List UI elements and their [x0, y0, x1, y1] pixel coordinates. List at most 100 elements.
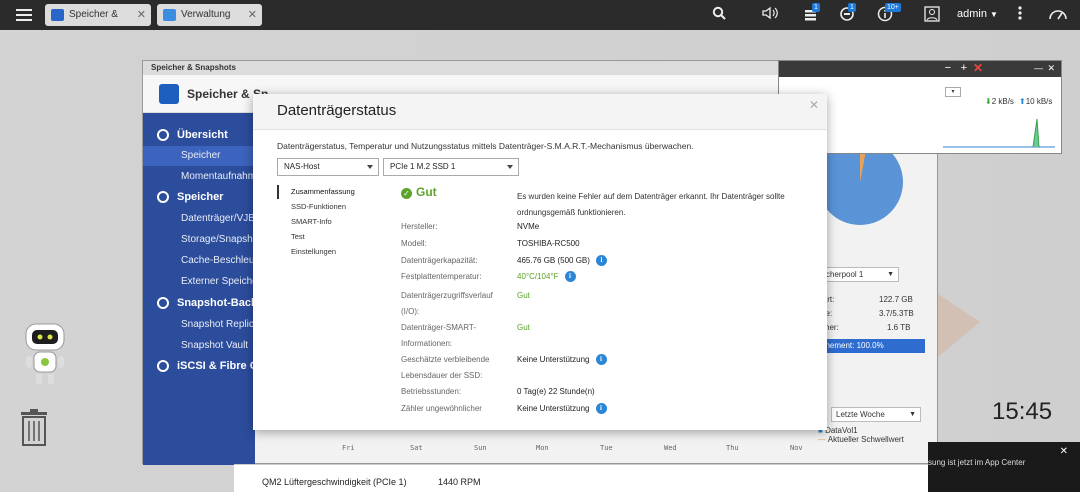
section-icon: [157, 191, 169, 203]
property-value: Gut: [517, 288, 530, 304]
close-icon[interactable]: ✕: [1060, 446, 1068, 457]
nav-item[interactable]: SSD-Funktionen: [277, 200, 397, 214]
popup-header: − + ✕ — ✕: [779, 61, 1061, 77]
sidebar-item[interactable]: Momentaufnahme: [143, 167, 255, 187]
property-value: 40°C/104°F i: [517, 269, 576, 285]
axis-tick-label: Sun: [474, 444, 487, 452]
app-center-notification[interactable]: sung ist jetzt im App Center ✕: [928, 442, 1080, 492]
nav-item[interactable]: Zusammenfassung: [277, 185, 397, 199]
tab-close-icon[interactable]: ✕: [137, 4, 146, 26]
user-icon[interactable]: [922, 6, 942, 24]
property-value: TOSHIBA-RC500: [517, 236, 580, 252]
upload-rate: ⬆10 kB/s: [1019, 97, 1053, 106]
sidebar-item[interactable]: Datenträger/VJBO: [143, 209, 255, 229]
sidebar-section[interactable]: Speicher: [143, 187, 255, 207]
info-icon[interactable]: i: [595, 354, 607, 366]
value-text: Keine Unterstützung: [517, 355, 590, 364]
tab-label: Verwaltung: [181, 9, 231, 20]
tasks-badge: 1: [812, 3, 820, 12]
storage-app-icon: [51, 9, 64, 21]
tab-storage-snapshots[interactable]: Speicher & Snap... ✕: [45, 4, 151, 42]
sidebar-item[interactable]: Speicher: [143, 146, 255, 166]
sidebar-item[interactable]: Externer Speicher: [143, 272, 255, 292]
disk-select[interactable]: PCIe 1 M.2 SSD 1: [383, 158, 519, 176]
property-value: Keine Unterstützung i: [517, 401, 607, 417]
stat-value: 1.6 TB: [887, 323, 911, 332]
nav-item[interactable]: Test: [277, 230, 397, 244]
property-label: Datenträgerkapazität:: [401, 256, 478, 265]
username: admin: [957, 8, 987, 20]
status-message: Es wurden keine Fehler auf dem Datenträg…: [517, 192, 785, 217]
sidebar-label: Snapshot Replica: [181, 319, 255, 330]
control-panel-app-icon: [163, 9, 176, 21]
property-value: 0 Tag(e) 22 Stunde(n): [517, 384, 595, 400]
property-label: Festplattentemperatur:: [401, 272, 482, 281]
info-icon[interactable]: i: [564, 271, 576, 283]
dialog-title: Datenträgerstatus: [277, 102, 397, 119]
tasks-icon[interactable]: 1: [800, 3, 822, 24]
period-select[interactable]: Letzte Woche ▼: [831, 407, 921, 422]
status-text: Gut: [416, 185, 437, 199]
dialog-description: Datenträgerstatus, Temperatur und Nutzun…: [277, 141, 694, 151]
property-label: Datenträgerzugriffsverlauf (I/O):: [401, 291, 493, 316]
close-icon[interactable]: ✕: [973, 61, 983, 75]
hardware-info-row: QM2 Lüftergeschwindigkeit (PCIe 1) 1440 …: [234, 464, 928, 492]
sidebar-item[interactable]: Cache-Beschleuni: [143, 251, 255, 271]
row-value: 1440 RPM: [438, 477, 481, 487]
property-label: Modell:: [401, 239, 427, 248]
axis-tick-label: Mon: [536, 444, 549, 452]
sidebar-section[interactable]: Übersicht: [143, 125, 255, 145]
nav-item[interactable]: Einstellungen: [277, 245, 397, 259]
value-text: 0 Tag(e) 22 Stunde(n): [517, 387, 595, 396]
notification-text: sung ist jetzt im App Center: [928, 458, 1026, 467]
sidebar-item[interactable]: Snapshot Vault: [143, 336, 255, 356]
minimize-icon[interactable]: −: [945, 62, 951, 74]
sidebar-item[interactable]: Snapshot Replica: [143, 315, 255, 335]
property-label: Geschätzte verbleibende Lebensdauer der …: [401, 355, 490, 380]
info-icon[interactable]: 10+: [872, 3, 901, 24]
info-icon[interactable]: i: [595, 403, 607, 415]
nav-item[interactable]: SMART-Info: [277, 215, 397, 229]
row-key: QM2 Lüftergeschwindigkeit (PCIe 1): [262, 477, 407, 487]
volume-icon[interactable]: [760, 6, 782, 24]
tab-close-icon[interactable]: ✕: [248, 4, 257, 26]
disk-select-value: PCIe 1 M.2 SSD 1: [390, 162, 456, 171]
value-text: Gut: [517, 291, 530, 300]
user-menu[interactable]: admin ▼: [957, 8, 998, 20]
notifications-icon[interactable]: 1: [836, 3, 858, 24]
axis-tick-label: Nov: [790, 444, 803, 452]
section-icon: [157, 297, 169, 309]
sidebar-section[interactable]: Snapshot-Backup: [143, 293, 255, 313]
info-icon[interactable]: i: [595, 255, 607, 267]
search-icon[interactable]: [709, 6, 729, 24]
interface-select[interactable]: ▾: [945, 87, 961, 97]
axis-tick-label: Sat: [410, 444, 423, 452]
sidebar-label: Storage/Snapsho: [181, 234, 255, 245]
sidebar: Übersicht Speicher Momentaufnahme Speicher D…: [143, 113, 255, 465]
close-icon[interactable]: ✕: [809, 98, 819, 112]
maximize-icon[interactable]: +: [961, 62, 967, 74]
section-icon: [157, 129, 169, 141]
sidebar-section[interactable]: iSCSI & Fibre Chan: [143, 356, 255, 376]
main-menu-icon[interactable]: [16, 6, 32, 21]
axis-tick-label: Tue: [600, 444, 613, 452]
pool-select[interactable]: cherpool 1 ▼: [821, 267, 899, 282]
tab-verwaltung[interactable]: Verwaltung ✕: [157, 4, 262, 26]
helpdesk-robot-icon[interactable]: [18, 322, 72, 386]
sidebar-item[interactable]: Storage/Snapsho: [143, 230, 255, 250]
trash-icon[interactable]: [19, 408, 49, 446]
taskbar: Speicher & Snap... ✕ Verwaltung ✕ 1 1 10…: [0, 0, 1080, 42]
chevron-down-icon: ▼: [990, 10, 998, 19]
minimize-icon[interactable]: —: [1034, 63, 1043, 73]
value-text: 40°C/104°F: [517, 272, 559, 281]
axis-tick-label: Thu: [726, 444, 739, 452]
period-select-value: Letzte Woche: [836, 410, 885, 419]
sidebar-label: Datenträger/VJBO: [181, 213, 255, 224]
dashboard-icon[interactable]: [1046, 6, 1070, 24]
sidebar-label: Cache-Beschleuni: [181, 255, 255, 266]
host-select[interactable]: NAS-Host: [277, 158, 379, 176]
close-icon[interactable]: ✕: [1047, 63, 1055, 74]
sidebar-label: Snapshot-Backup: [177, 297, 255, 309]
more-options-icon[interactable]: [1012, 6, 1028, 24]
chevron-down-icon: [367, 165, 373, 169]
